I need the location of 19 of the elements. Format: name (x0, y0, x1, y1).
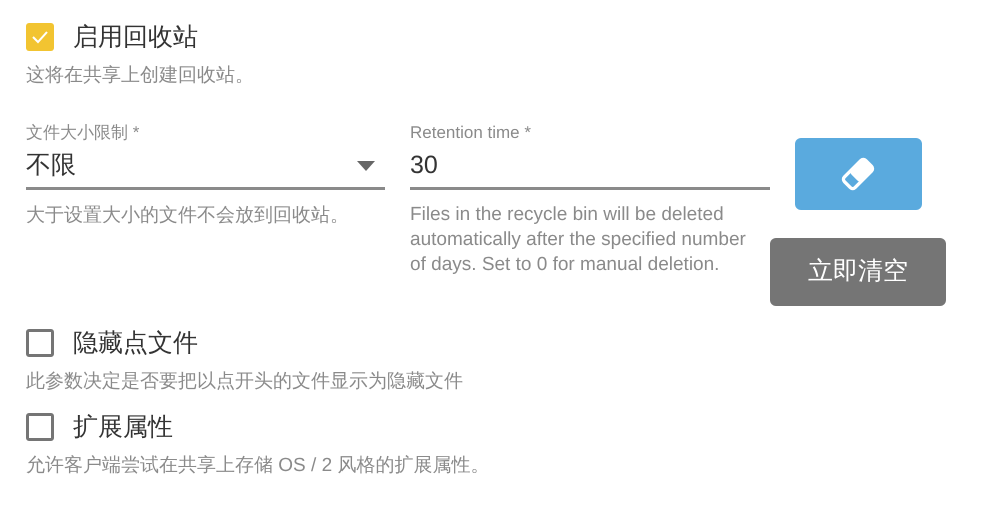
field-hint: 大于设置大小的文件不会放到回收站。 (26, 204, 350, 227)
checkbox[interactable] (26, 23, 54, 51)
checkbox-label: 扩展属性 (73, 412, 173, 442)
description: 此参数决定是否要把以点开头的文件显示为隐藏文件 (26, 370, 464, 394)
clear-now-button[interactable]: 立即清空 (770, 238, 946, 306)
checkbox-label: 启用回收站 (73, 22, 198, 52)
erase-button[interactable] (794, 138, 922, 210)
retention-time-input[interactable]: 30 (410, 144, 770, 190)
size-limit-select[interactable]: 不限 (26, 144, 385, 190)
checkbox[interactable] (26, 329, 54, 357)
dropdown-caret-icon (357, 160, 375, 170)
checkbox[interactable] (26, 413, 54, 441)
description: 允许客户端尝试在共享上存储 OS / 2 风格的扩展属性。 (26, 454, 490, 478)
field-label: 文件大小限制 * (26, 122, 140, 144)
field-hint: Files in the recycle bin will be deleted automatically after the specified number of days. Set to 0 for manual deletion. (410, 203, 747, 277)
check-icon (31, 30, 49, 44)
description: 这将在共享上创建回收站。 (26, 64, 255, 88)
checkbox-label: 隐藏点文件 (73, 328, 198, 358)
field-label: Retention time * (410, 122, 532, 144)
